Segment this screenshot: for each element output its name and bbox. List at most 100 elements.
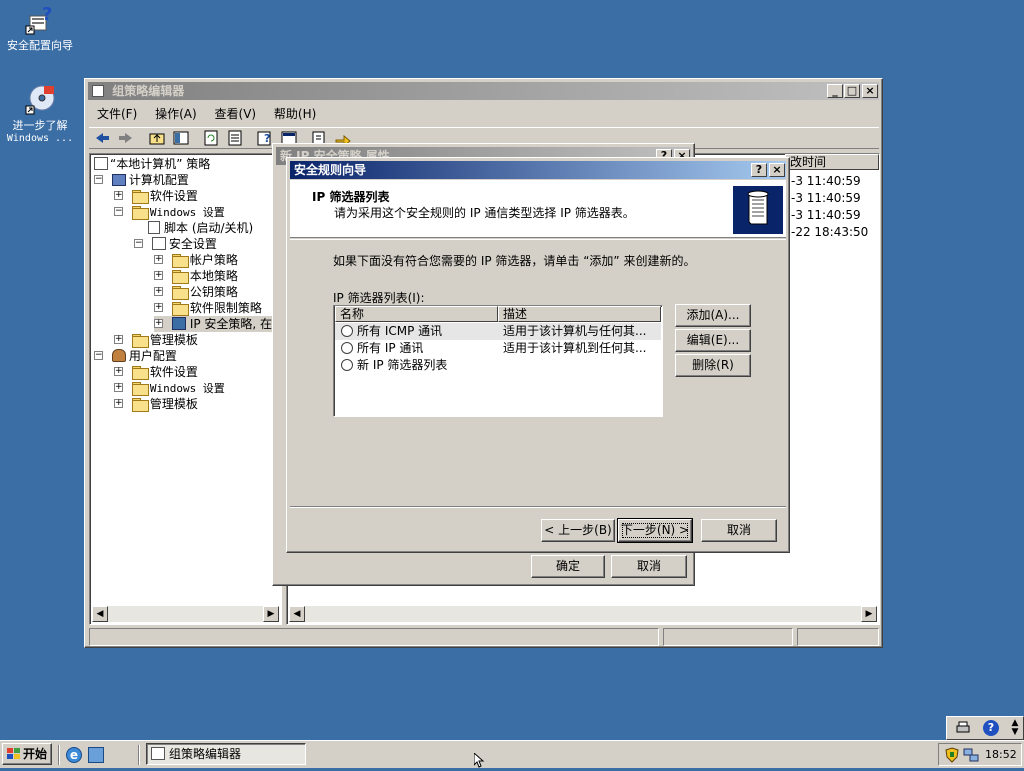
ip-security-icon	[171, 317, 186, 330]
quicklaunch-app-icon[interactable]	[88, 747, 104, 763]
filter-row[interactable]: 所有 IP 通讯 适用于该计算机到任何其...	[335, 340, 661, 357]
up-folder-icon[interactable]	[147, 128, 167, 148]
windows-logo-icon	[7, 746, 21, 759]
expand-icon[interactable]: +	[114, 383, 123, 392]
filter-row[interactable]: 所有 ICMP 通讯 适用于该计算机与任何其...	[335, 323, 661, 340]
clock[interactable]: 18:52	[985, 748, 1017, 761]
filter-list-label: IP 筛选器列表(I):	[333, 291, 425, 305]
help-circle-icon[interactable]: ?	[983, 720, 999, 736]
wizard-instruction: 如果下面没有符合您需要的 IP 筛选器，请单击 “添加” 来创建新的。	[333, 254, 696, 268]
show-tree-icon[interactable]	[171, 128, 191, 148]
tree-software-restriction[interactable]: + 软件限制策略	[154, 300, 262, 316]
security-icon	[151, 237, 166, 250]
radio-button[interactable]	[341, 359, 353, 371]
cancel-button[interactable]: 取消	[701, 519, 777, 542]
menu-file[interactable]: 文件(F)	[97, 107, 137, 121]
next-button[interactable]: 下一步(N) >	[617, 518, 693, 543]
desktop-icon-windows-learn[interactable]: 进一步了解 Windows ...	[0, 84, 80, 145]
tree-user-admin-templates[interactable]: + 管理模板	[114, 396, 198, 412]
tree-security-settings[interactable]: − 安全设置	[134, 236, 217, 252]
export-list-icon[interactable]	[225, 128, 245, 148]
expand-icon[interactable]: +	[114, 367, 123, 376]
wizard-header-title: IP 筛选器列表	[312, 190, 390, 204]
scroll-left-icon[interactable]: ◀	[289, 606, 305, 622]
script-icon	[148, 221, 160, 234]
menu-view[interactable]: 查看(V)	[215, 107, 257, 121]
toolbar-scroll-icon[interactable]: ▲ ▼	[1009, 719, 1021, 737]
column-header-name[interactable]: 名称	[335, 306, 498, 322]
collapse-icon[interactable]: −	[134, 239, 143, 248]
tree-account-policy[interactable]: + 帐户策略	[154, 252, 238, 268]
details-row-value: -3 11:40:59	[791, 208, 861, 222]
folder-icon	[131, 332, 150, 348]
minimize-button[interactable]: _	[827, 84, 843, 98]
tree-public-key-policy[interactable]: + 公钥策略	[154, 284, 238, 300]
taskbar-task-gpedit[interactable]: 组策略编辑器	[146, 743, 306, 765]
wizard-header: IP 筛选器列表 请为采用这个安全规则的 IP 通信类型选择 IP 筛选器表。	[290, 180, 786, 238]
scroll-left-icon[interactable]: ◀	[92, 606, 108, 622]
collapse-icon[interactable]: −	[94, 351, 103, 360]
printer-icon[interactable]	[955, 721, 971, 735]
radio-button[interactable]	[341, 325, 353, 337]
tree-user-windows-settings[interactable]: + Windows 设置	[114, 380, 225, 396]
maximize-button[interactable]: □	[844, 84, 860, 98]
gpedit-titlebar[interactable]: 组策略编辑器 _ □ ×	[88, 82, 879, 100]
remove-button[interactable]: 删除(R)	[675, 354, 751, 377]
expand-icon[interactable]: +	[154, 303, 163, 312]
help-button[interactable]: ?	[751, 163, 767, 177]
folder-icon	[171, 284, 190, 300]
menu-action[interactable]: 操作(A)	[155, 107, 197, 121]
forward-arrow-icon[interactable]	[115, 128, 135, 148]
collapse-icon[interactable]: −	[94, 175, 103, 184]
wizard-header-subtitle: 请为采用这个安全规则的 IP 通信类型选择 IP 筛选器表。	[334, 206, 635, 220]
collapse-icon[interactable]: −	[114, 207, 123, 216]
expand-icon[interactable]: +	[154, 271, 163, 280]
tree-user-config[interactable]: − 用户配置	[94, 348, 177, 364]
back-button[interactable]: < 上一步(B)	[541, 519, 615, 542]
add-button[interactable]: 添加(A)...	[675, 304, 751, 327]
details-hscrollbar[interactable]: ◀ ▶	[289, 606, 877, 622]
tree-computer-config[interactable]: − 计算机配置	[94, 172, 189, 188]
filter-row[interactable]: 新 IP 筛选器列表	[335, 357, 661, 374]
cancel-button[interactable]: 取消	[611, 555, 687, 578]
ie-icon[interactable]: e	[66, 747, 82, 763]
tree-pane[interactable]: “本地计算机” 策略 − 计算机配置 + 软件设置 − Windows 设置 脚…	[89, 153, 282, 625]
edit-button[interactable]: 编辑(E)...	[675, 329, 751, 352]
expand-icon[interactable]: +	[114, 191, 123, 200]
menu-help[interactable]: 帮助(H)	[274, 107, 316, 121]
close-button[interactable]: ×	[769, 163, 785, 177]
expand-icon[interactable]: +	[154, 287, 163, 296]
folder-icon	[131, 188, 150, 204]
folder-icon	[171, 252, 190, 268]
tree-local-policy[interactable]: + 本地策略	[154, 268, 238, 284]
column-header-modified[interactable]: 改时间	[785, 154, 879, 170]
folder-icon	[131, 380, 150, 396]
expand-icon[interactable]: +	[154, 255, 163, 264]
ok-button[interactable]: 确定	[531, 555, 605, 578]
network-icon[interactable]	[963, 747, 979, 763]
column-header-description[interactable]: 描述	[498, 306, 661, 322]
tree-software-settings[interactable]: + 软件设置	[114, 188, 198, 204]
tree-scripts[interactable]: 脚本 (启动/关机)	[148, 220, 253, 236]
scroll-right-icon[interactable]: ▶	[861, 606, 877, 622]
expand-icon[interactable]: +	[114, 399, 123, 408]
scroll-right-icon[interactable]: ▶	[263, 606, 279, 622]
shield-icon[interactable]	[945, 747, 959, 763]
close-button[interactable]: ×	[862, 84, 878, 98]
tree-ip-security[interactable]: + IP 安全策略, 在	[154, 316, 277, 332]
tree-user-software-settings[interactable]: + 软件设置	[114, 364, 198, 380]
desktop-icon-security-wizard[interactable]: ? 安全配置向导	[0, 4, 80, 52]
start-button[interactable]: 开始	[2, 743, 52, 765]
filter-list[interactable]: 名称 描述 所有 ICMP 通讯 适用于该计算机与任何其... 所有 IP 通讯…	[333, 305, 663, 417]
svg-text:?: ?	[42, 4, 52, 25]
refresh-icon[interactable]	[201, 128, 221, 148]
tree-admin-templates[interactable]: + 管理模板	[114, 332, 198, 348]
wizard-titlebar[interactable]: 安全规则向导 ? ×	[290, 161, 786, 179]
back-arrow-icon[interactable]	[93, 128, 113, 148]
tree-root[interactable]: “本地计算机” 策略	[94, 156, 210, 172]
tree-hscrollbar[interactable]: ◀ ▶	[92, 606, 279, 622]
expand-icon[interactable]: +	[154, 319, 163, 328]
expand-icon[interactable]: +	[114, 335, 123, 344]
radio-button[interactable]	[341, 342, 353, 354]
tree-windows-settings[interactable]: − Windows 设置	[114, 204, 225, 220]
